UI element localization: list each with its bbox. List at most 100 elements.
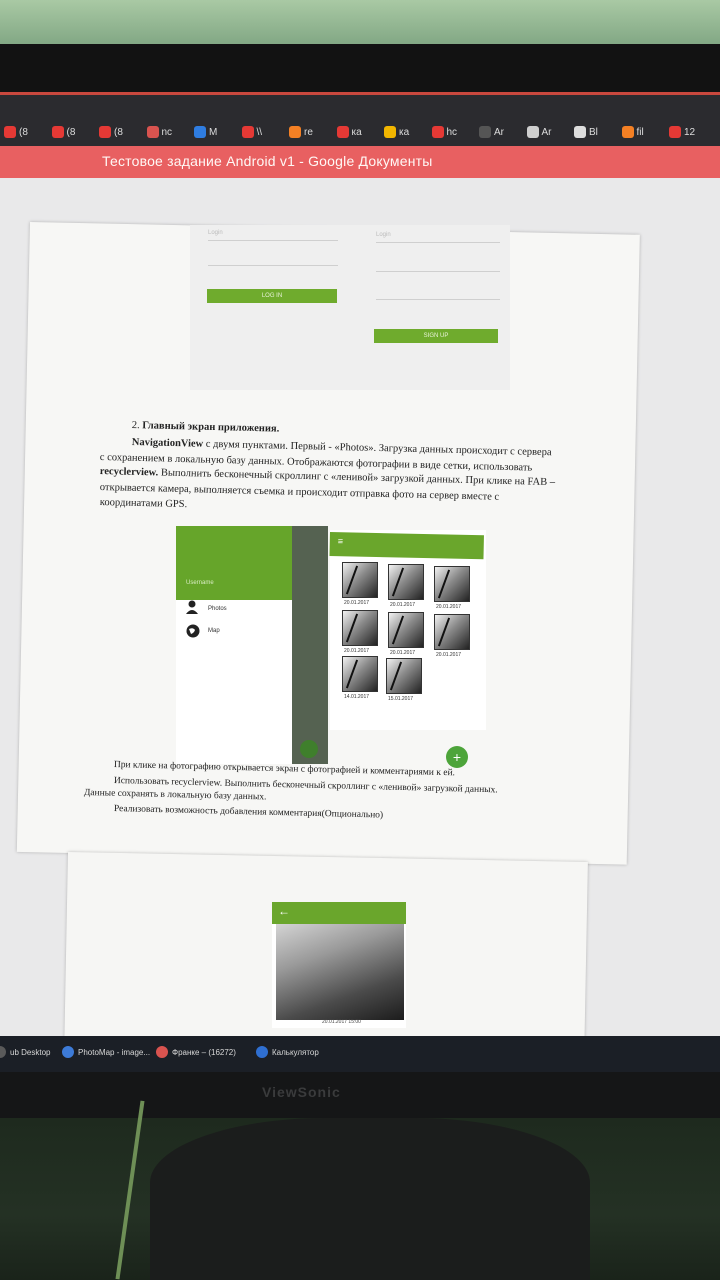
browser-tab[interactable]: 12 — [669, 123, 695, 141]
browser-tab-label: (8 — [114, 126, 123, 138]
browser-tab[interactable]: fil — [621, 123, 644, 141]
photo-detail-image — [276, 920, 404, 1020]
app-icon — [0, 1046, 6, 1058]
detail-toolbar: ← — [272, 902, 406, 924]
thumbnail-date: 20.01.2017 — [436, 604, 462, 610]
browser-tab-label: (8 — [66, 126, 76, 138]
app-icon — [156, 1046, 168, 1058]
thumbnail-date: 14.01.2017 — [344, 694, 370, 700]
app-icon — [256, 1046, 268, 1058]
paragraph-line: координатами GPS. — [99, 497, 188, 511]
browser-tab[interactable]: nc — [146, 123, 173, 141]
browser-tab[interactable]: (8 — [51, 123, 76, 141]
document-icon — [526, 126, 539, 138]
drawer-item-map: Map — [208, 628, 220, 634]
drawer-scrim — [292, 526, 328, 764]
photo-thumbnail — [434, 566, 470, 602]
login-button: LOG IN — [207, 289, 337, 303]
photo-thumbnail — [342, 656, 378, 692]
thumbnail-date: 20.01.2017 — [344, 648, 370, 654]
yandex-icon — [241, 126, 254, 138]
browser-tab-label: Ar — [541, 126, 552, 138]
taskbar-item[interactable]: ub Desktop — [0, 1046, 50, 1058]
camera-fab: + — [446, 746, 468, 768]
signup-button: SIGN UP — [374, 329, 498, 343]
browser-tab[interactable]: \\ — [241, 123, 263, 141]
browser-tab-label: \\ — [256, 126, 263, 138]
monitor-brand-logo: ViewSonic — [262, 1084, 341, 1100]
browser-tab-label: Bl — [589, 126, 598, 138]
browser-tab[interactable]: (8 — [99, 123, 123, 141]
login-screen-mockup: Login LOG IN Login SIGN UP — [190, 225, 510, 390]
browser-tab-label: Ar — [494, 126, 504, 138]
browser-tab-label: M — [209, 126, 218, 138]
github-icon — [574, 126, 586, 138]
taskbar-item[interactable]: Франке – (16272) — [156, 1046, 236, 1058]
drawer-item-photos: Photos — [208, 606, 227, 612]
browser-tab[interactable]: M — [194, 123, 217, 141]
signup-field-line-2 — [376, 271, 500, 272]
thumbnail-date: 20.01.2017 — [344, 600, 370, 606]
browser-tab[interactable]: Bl — [574, 123, 598, 141]
youtube-icon — [51, 126, 64, 138]
browser-tab[interactable]: ка — [384, 123, 409, 141]
monitor-stand — [150, 1118, 590, 1280]
window-title: Тестовое задание Android v1 - Google Док… — [102, 153, 433, 169]
drawer-username: Username — [186, 580, 214, 586]
signup-field-line-3 — [376, 299, 500, 300]
browser-tab[interactable]: ка — [336, 123, 362, 141]
browser-tab-label: ка — [351, 126, 362, 138]
browser-tab-label: ка — [399, 126, 410, 138]
photo-thumbnail — [434, 614, 470, 650]
browser-tab[interactable]: hc — [431, 123, 458, 141]
app-icon — [62, 1046, 74, 1058]
yandex-icon — [336, 126, 349, 138]
yandex-icon — [669, 126, 681, 138]
signup-field-label: Login — [376, 232, 391, 238]
taskbar-item-label: Франке – (16272) — [172, 1047, 236, 1057]
browser-tab-strip: (8 (8 (8 nc M \\ re ка ка hc Ar Ar Bl fil 12 — [0, 92, 720, 151]
photo-thumbnail — [388, 564, 424, 600]
youtube-icon — [99, 126, 111, 138]
browser-tab-label: (8 — [19, 126, 28, 138]
dots-icon — [479, 126, 491, 138]
monitor-bezel-bottom — [0, 1072, 720, 1124]
yandex-icon — [431, 126, 444, 138]
stack-icon — [621, 126, 634, 138]
photo-thumbnail — [342, 610, 378, 646]
thumbnail-date: 20.01.2017 — [436, 652, 462, 658]
thumbnail-date: 20.01.2017 — [390, 602, 416, 608]
browser-tab[interactable]: Ar — [526, 123, 552, 141]
browser-tab[interactable]: Ar — [479, 123, 504, 141]
browser-tab-label: hc — [446, 126, 458, 138]
taskbar-item-label: Калькулятор — [272, 1047, 319, 1057]
browser-tab-label: nc — [161, 126, 173, 138]
stack-icon — [289, 126, 301, 138]
browser-tab[interactable]: (8 — [4, 123, 28, 141]
messenger-icon — [194, 126, 206, 138]
person-icon — [186, 600, 198, 614]
browser-tab-label: 12 — [684, 126, 696, 138]
app-icon — [146, 126, 159, 138]
taskbar-item[interactable]: Калькулятор — [256, 1046, 319, 1058]
drawer-fab — [300, 740, 318, 758]
menu-icon: ≡ — [337, 536, 344, 547]
grid-app-toolbar: ≡ — [329, 532, 484, 560]
thumbnail-date: 20.01.2017 — [390, 650, 416, 656]
photo-thumbnail — [342, 562, 378, 598]
photo-thumbnail — [386, 658, 422, 694]
background-wall — [0, 0, 720, 48]
globe-icon — [186, 624, 200, 638]
taskbar-item[interactable]: PhotoMap - image... — [62, 1046, 150, 1058]
browser-tab[interactable]: re — [289, 123, 313, 141]
taskbar-item-label: ub Desktop — [10, 1047, 51, 1057]
browser-tab-label: fil — [636, 126, 644, 138]
thumbnail-date: 15.01.2017 — [388, 696, 414, 702]
photo-date: 20.01.2017 15:00 — [322, 1019, 361, 1025]
taskbar-item-label: PhotoMap - image... — [78, 1047, 151, 1057]
back-arrow-icon: ← — [278, 904, 290, 918]
login-field-label: Login — [208, 230, 223, 236]
monitor-bezel-top — [0, 44, 720, 96]
drawer-header — [176, 526, 292, 600]
bookmark-icon — [384, 126, 396, 138]
